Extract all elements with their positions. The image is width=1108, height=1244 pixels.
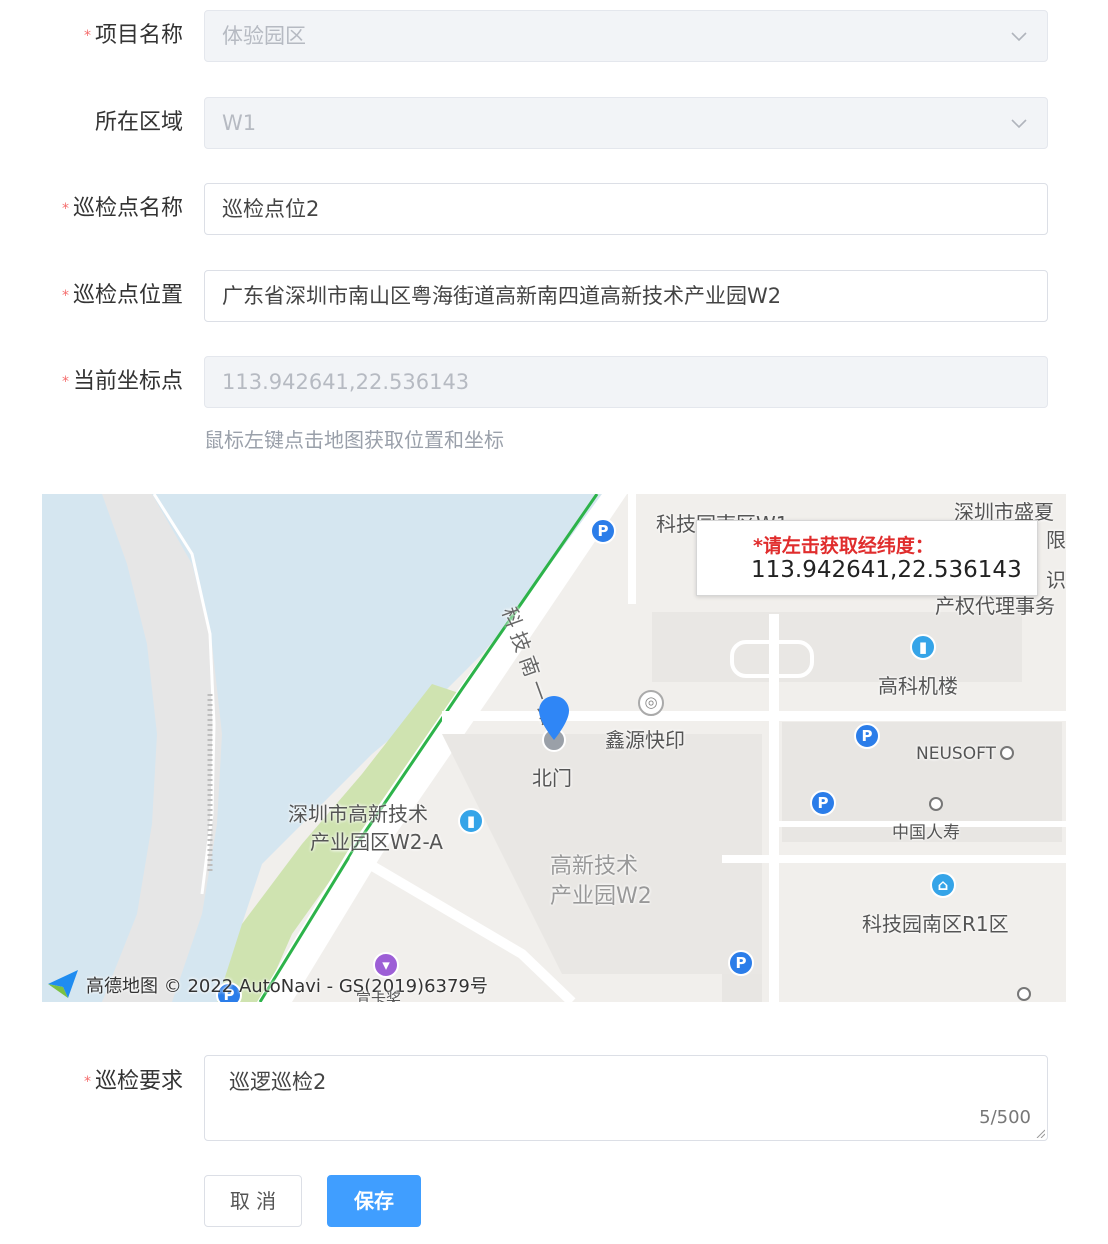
required-mark: * [61, 201, 69, 217]
map-canvas[interactable]: 科技南一路 高新技术 产业园W2 深圳市高新技术 产业园区W2-A 北门 鑫源快… [42, 494, 1066, 1002]
project-select[interactable]: 体验园区 [204, 10, 1048, 62]
bank-icon[interactable]: ⌂ [930, 872, 956, 898]
char-counter: 5/500 [979, 1107, 1031, 1128]
chevron-down-icon [1011, 119, 1027, 129]
china-life-label: 中国人寿 [892, 823, 960, 843]
required-mark: * [83, 1074, 91, 1090]
parking-icon[interactable]: P [810, 790, 836, 816]
parking-icon[interactable]: P [590, 518, 616, 544]
tech-park-w2-label: 高新技术 [550, 854, 639, 879]
project-value: 体验园区 [222, 24, 306, 48]
required-mark: * [61, 288, 69, 304]
map-attribution: 高德地图 © 2022 AutoNavi - GS(2019)6379号 [86, 976, 488, 997]
gaoke-building-label: 高科机楼 [878, 674, 958, 698]
shenzhen-hitech-label-b: 产业园区W2-A [310, 830, 443, 854]
map-hint: 鼠标左键点击地图获取位置和坐标 [204, 428, 504, 452]
parking-icon[interactable]: P [728, 950, 754, 976]
map-attribution-extra: 宣卡奖 [356, 990, 402, 1002]
coordinate-popup: *请左击获取经纬度： 113.942641,22.536143 [696, 520, 1038, 596]
coordinate-value: 113.942641,22.536143 [222, 370, 470, 394]
parking-icon[interactable]: P [854, 723, 880, 749]
requirement-textarea[interactable]: 巡逻巡检2 5/500 [204, 1055, 1048, 1141]
poi-dot-icon [1017, 987, 1031, 1001]
neusoft-label: NEUSOFT [916, 744, 996, 764]
project-label: * 项目名称 [83, 23, 183, 48]
coordinate-input[interactable]: 113.942641,22.536143 [204, 356, 1048, 408]
shenzhen-hitech-label: 深圳市高新技术 [288, 802, 428, 826]
poi-dot-icon [1000, 746, 1014, 760]
building-icon[interactable]: ▮ [910, 634, 936, 660]
print-shop-label: 鑫源快印 [605, 728, 685, 752]
location-pin-icon[interactable] [537, 694, 571, 754]
requirement-value: 巡逻巡检2 [229, 1070, 327, 1094]
north-gate-label: 北门 [532, 766, 572, 790]
popup-title: *请左击获取经纬度： [753, 535, 934, 557]
point-location-input[interactable]: 广东省深圳市南山区粤海街道高新南四道高新技术产业园W2 [204, 270, 1048, 322]
popup-value: 113.942641,22.536143 [751, 557, 1022, 583]
point-location-label: * 巡检点位置 [61, 283, 183, 308]
area-label: 所在区域 [94, 110, 183, 135]
camera-icon[interactable]: ◎ [638, 690, 664, 716]
cancel-button[interactable]: 取 消 [204, 1175, 302, 1227]
point-location-value: 广东省深圳市南山区粤海街道高新南四道高新技术产业园W2 [222, 284, 782, 308]
point-name-label: * 巡检点名称 [61, 196, 183, 221]
r1-label: 科技园南区R1区 [862, 912, 1009, 936]
requirement-label: * 巡检要求 [83, 1069, 183, 1094]
poi-dot-icon [929, 797, 943, 811]
coordinate-label: * 当前坐标点 [61, 369, 183, 394]
tech-park-w2-label-b: 产业园W2 [550, 884, 652, 909]
resize-handle-icon[interactable] [1035, 1128, 1045, 1138]
save-button[interactable]: 保存 [327, 1175, 421, 1227]
area-select[interactable]: W1 [204, 97, 1048, 149]
side-label-1: 限 [1046, 528, 1066, 552]
chevron-down-icon [1011, 32, 1027, 42]
required-mark: * [61, 374, 69, 390]
area-value: W1 [222, 111, 257, 135]
amap-logo-icon [48, 970, 78, 998]
building-icon[interactable]: ▮ [458, 808, 484, 834]
required-mark: * [83, 28, 91, 44]
point-name-input[interactable]: 巡检点位2 [204, 183, 1048, 235]
point-name-value: 巡检点位2 [222, 197, 320, 221]
side-label-2: 识 [1046, 568, 1066, 592]
